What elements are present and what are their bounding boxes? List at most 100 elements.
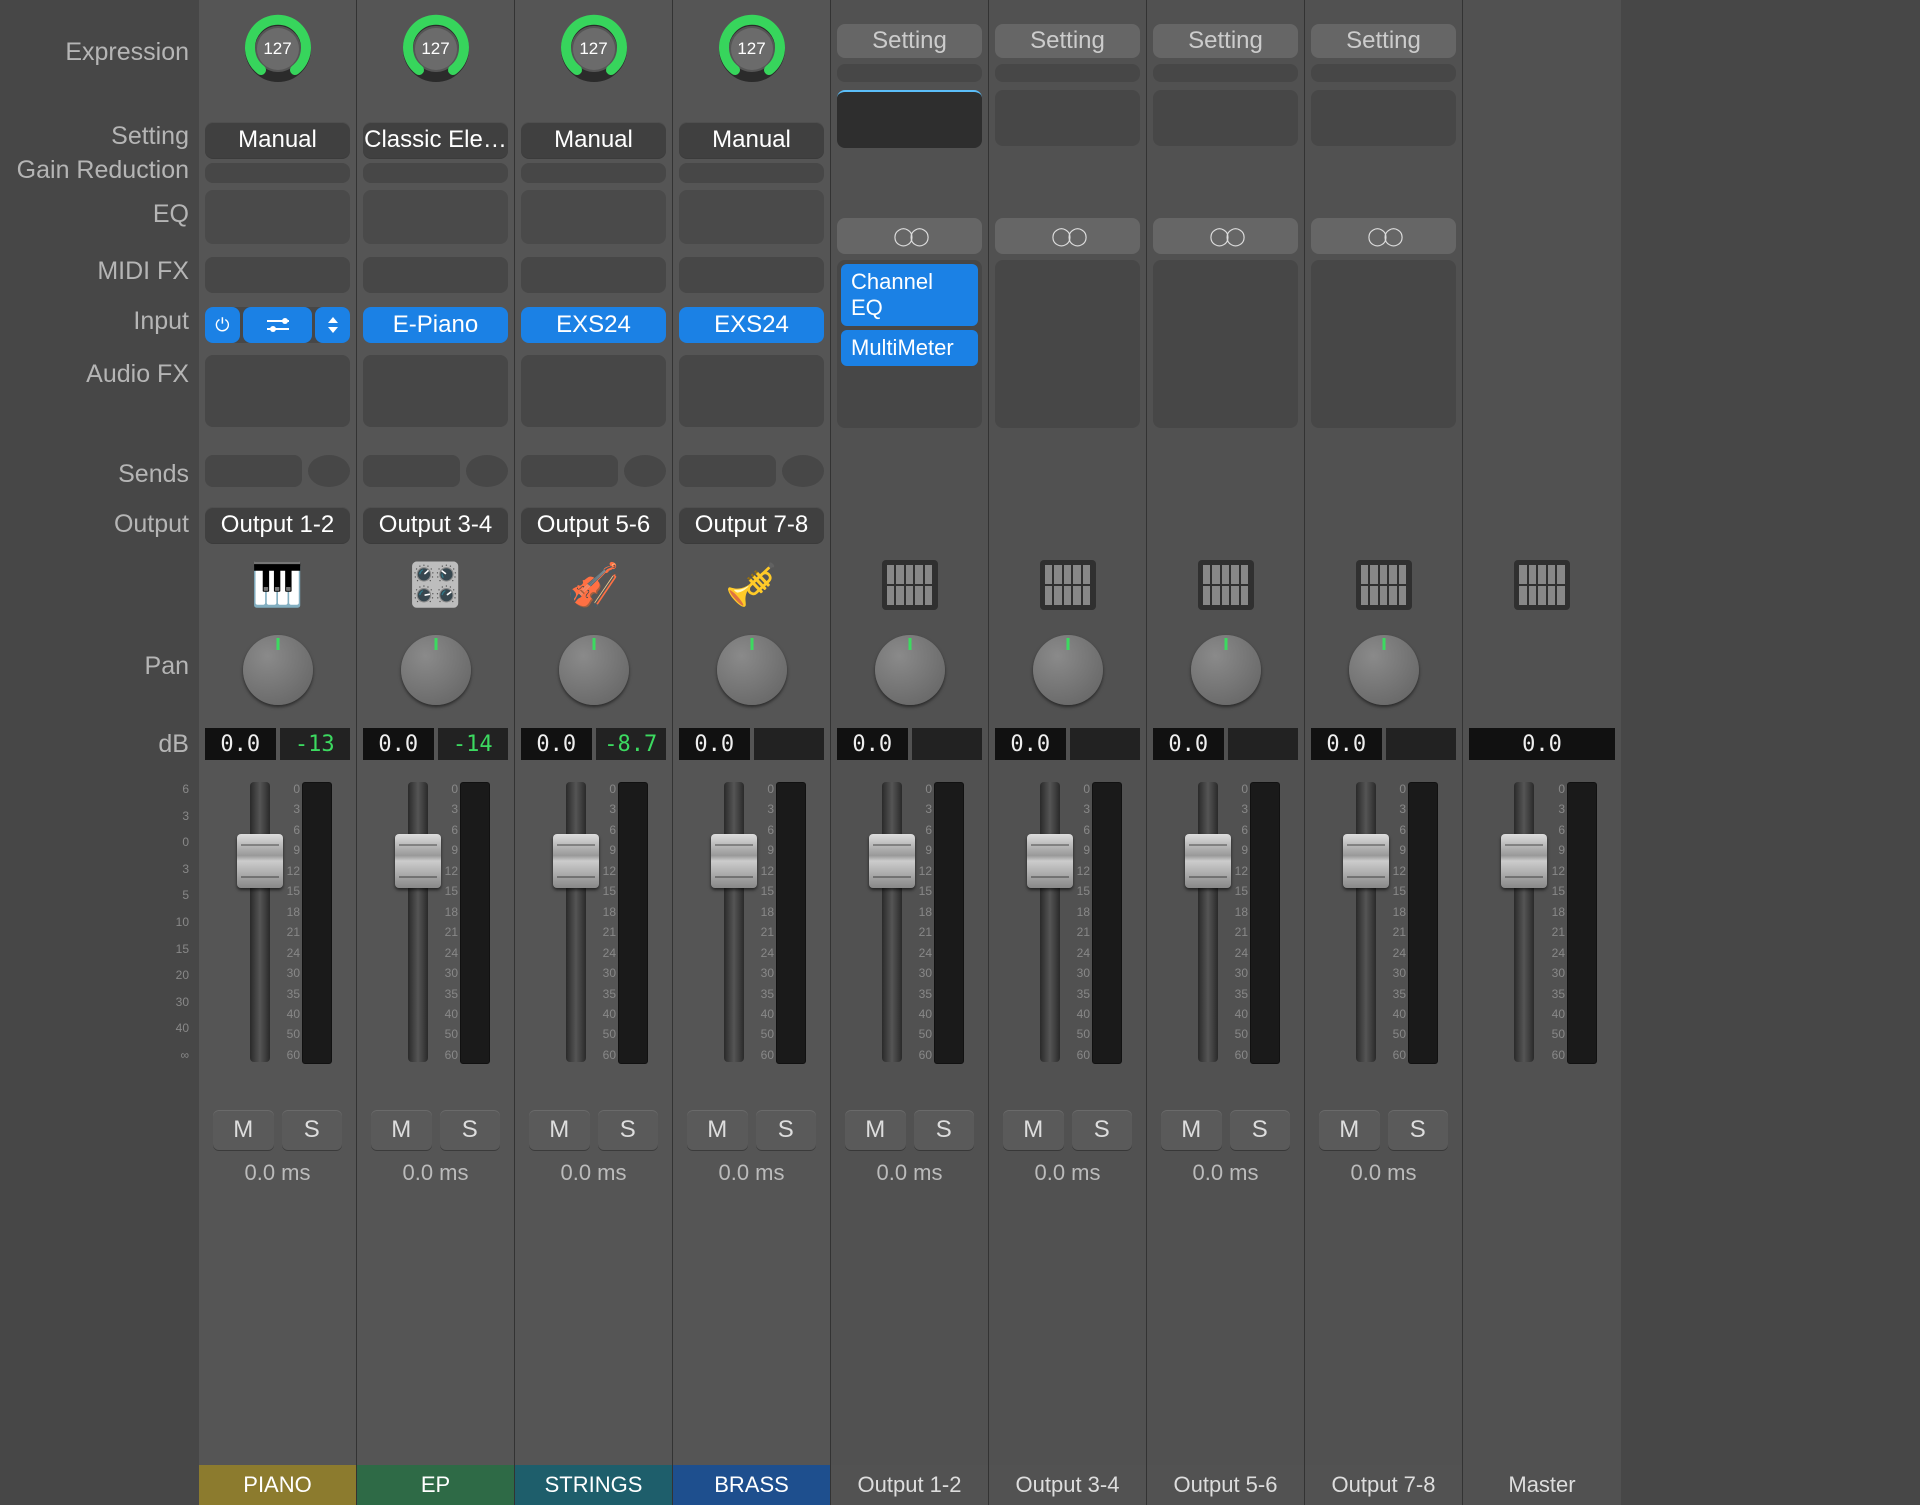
mute-button[interactable]: M: [213, 1110, 274, 1150]
track-name[interactable]: Output 1-2: [831, 1465, 988, 1505]
send-slot[interactable]: [205, 455, 302, 487]
mute-button[interactable]: M: [371, 1110, 432, 1150]
track-icon[interactable]: [837, 553, 982, 617]
audio-fx-slot[interactable]: [521, 355, 666, 427]
stereo-mode-button[interactable]: ◯◯: [995, 218, 1140, 254]
pan-knob[interactable]: [559, 635, 629, 705]
mute-button[interactable]: M: [1319, 1110, 1380, 1150]
db-value[interactable]: 0.0: [1311, 728, 1382, 760]
solo-button[interactable]: S: [1230, 1110, 1291, 1150]
track-name[interactable]: EP: [357, 1465, 514, 1505]
db-peak[interactable]: -13: [280, 728, 351, 760]
track-icon[interactable]: [1153, 553, 1298, 617]
pan-knob[interactable]: [717, 635, 787, 705]
output-slot[interactable]: Output 3-4: [363, 507, 508, 543]
eq-slot[interactable]: [521, 190, 666, 244]
send-slot[interactable]: [679, 455, 776, 487]
mute-button[interactable]: M: [1003, 1110, 1064, 1150]
pan-knob[interactable]: [1349, 635, 1419, 705]
track-name[interactable]: Output 7-8: [1305, 1465, 1462, 1505]
setting-button[interactable]: Manual: [679, 122, 824, 158]
setting-button[interactable]: Setting: [837, 24, 982, 58]
plugin-slot[interactable]: MultiMeter: [841, 330, 978, 366]
mute-button[interactable]: M: [1161, 1110, 1222, 1150]
audio-fx-slot[interactable]: [679, 355, 824, 427]
track-icon[interactable]: [1469, 553, 1615, 617]
db-value[interactable]: 0.0: [679, 728, 750, 760]
track-icon[interactable]: 🎛️: [363, 553, 508, 617]
eq-slot[interactable]: [363, 190, 508, 244]
audio-fx-slot[interactable]: [1153, 260, 1298, 428]
expression-knob[interactable]: 127: [205, 0, 350, 110]
eq-thumbnail[interactable]: [995, 90, 1140, 146]
expression-knob[interactable]: 127: [679, 0, 824, 110]
input-dropdown-button[interactable]: [315, 307, 350, 343]
mute-button[interactable]: M: [687, 1110, 748, 1150]
track-icon[interactable]: 🎻: [521, 553, 666, 617]
solo-button[interactable]: S: [1072, 1110, 1133, 1150]
send-knob[interactable]: [782, 455, 824, 487]
db-peak[interactable]: -14: [438, 728, 509, 760]
pan-knob[interactable]: [401, 635, 471, 705]
midi-fx-slot[interactable]: [521, 257, 666, 293]
pan-knob[interactable]: [875, 635, 945, 705]
setting-button[interactable]: Setting: [1311, 24, 1456, 58]
expression-knob[interactable]: 127: [521, 0, 666, 110]
stereo-mode-button[interactable]: ◯◯: [837, 218, 982, 254]
send-slot[interactable]: [521, 455, 618, 487]
stereo-mode-button[interactable]: ◯◯: [1153, 218, 1298, 254]
track-name[interactable]: Output 5-6: [1147, 1465, 1304, 1505]
midi-fx-slot[interactable]: [363, 257, 508, 293]
db-value[interactable]: 0.0: [995, 728, 1066, 760]
db-peak[interactable]: [754, 728, 825, 760]
solo-button[interactable]: S: [1388, 1110, 1449, 1150]
db-peak[interactable]: -8.7: [596, 728, 667, 760]
stereo-mode-button[interactable]: ◯◯: [1311, 218, 1456, 254]
setting-button[interactable]: Setting: [1153, 24, 1298, 58]
pan-knob[interactable]: [1191, 635, 1261, 705]
track-icon[interactable]: 🎺: [679, 553, 824, 617]
db-peak[interactable]: [1070, 728, 1141, 760]
input-instrument-slot[interactable]: EXS24: [679, 307, 824, 343]
audio-fx-slot[interactable]: [205, 355, 350, 427]
track-name[interactable]: Output 3-4: [989, 1465, 1146, 1505]
send-knob[interactable]: [624, 455, 666, 487]
eq-slot[interactable]: [679, 190, 824, 244]
audio-fx-slot[interactable]: [995, 260, 1140, 428]
pan-knob[interactable]: [243, 635, 313, 705]
audio-fx-slot[interactable]: Channel EQMultiMeter: [837, 260, 982, 428]
db-peak[interactable]: [912, 728, 983, 760]
solo-button[interactable]: S: [282, 1110, 343, 1150]
input-instrument-slot[interactable]: EXS24: [521, 307, 666, 343]
setting-button[interactable]: Manual: [205, 122, 350, 158]
track-name[interactable]: PIANO: [199, 1465, 356, 1505]
track-name[interactable]: STRINGS: [515, 1465, 672, 1505]
audio-fx-slot[interactable]: [363, 355, 508, 427]
solo-button[interactable]: S: [598, 1110, 659, 1150]
output-slot[interactable]: Output 7-8: [679, 507, 824, 543]
mute-button[interactable]: M: [845, 1110, 906, 1150]
solo-button[interactable]: S: [440, 1110, 501, 1150]
solo-button[interactable]: S: [914, 1110, 975, 1150]
db-value[interactable]: 0.0: [1153, 728, 1224, 760]
midi-fx-slot[interactable]: [205, 257, 350, 293]
setting-button[interactable]: Classic Ele…: [363, 122, 508, 158]
db-value[interactable]: 0.0: [837, 728, 908, 760]
track-icon[interactable]: 🎹: [205, 553, 350, 617]
eq-thumbnail[interactable]: [1311, 90, 1456, 146]
input-instrument-slot[interactable]: E-Piano: [363, 307, 508, 343]
db-value[interactable]: 0.0: [521, 728, 592, 760]
send-slot[interactable]: [363, 455, 460, 487]
mute-button[interactable]: M: [529, 1110, 590, 1150]
eq-thumbnail[interactable]: [837, 90, 982, 148]
db-value[interactable]: 0.0: [363, 728, 434, 760]
pan-knob[interactable]: [1033, 635, 1103, 705]
solo-button[interactable]: S: [756, 1110, 817, 1150]
audio-fx-slot[interactable]: [1311, 260, 1456, 428]
track-name[interactable]: Master: [1463, 1465, 1621, 1505]
track-icon[interactable]: [1311, 553, 1456, 617]
setting-button[interactable]: Setting: [995, 24, 1140, 58]
eq-slot[interactable]: [205, 190, 350, 244]
send-knob[interactable]: [308, 455, 350, 487]
track-icon[interactable]: [995, 553, 1140, 617]
